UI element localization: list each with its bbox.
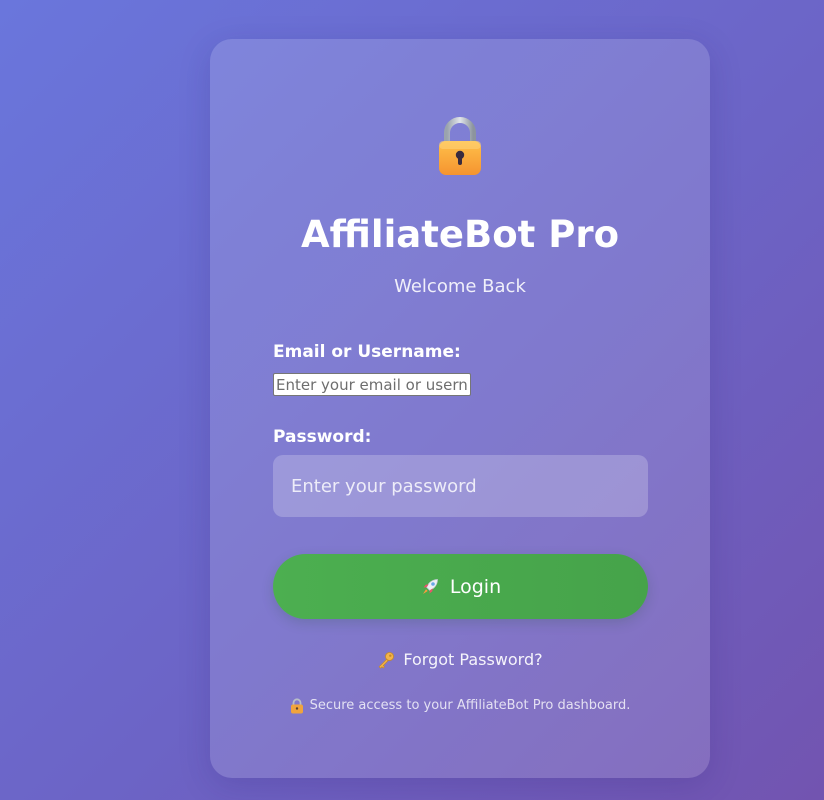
padlock-icon: [436, 116, 484, 176]
forgot-password-link[interactable]: Forgot Password?: [210, 649, 710, 671]
welcome-subtitle: Welcome Back: [394, 276, 526, 297]
email-field[interactable]: [273, 373, 471, 396]
lock-icon: [290, 698, 304, 714]
password-field[interactable]: [273, 455, 648, 517]
email-label: Email or Username:: [273, 342, 461, 362]
secure-access-text: Secure access to your AffiliateBot Pro d…: [309, 698, 631, 713]
login-label: Login: [449, 575, 502, 598]
key-icon: [377, 651, 395, 669]
secure-access-note: Secure access to your AffiliateBot Pro d…: [210, 697, 710, 715]
forgot-password-label: Forgot Password?: [403, 650, 543, 669]
app-title: AffiliateBot Pro: [301, 213, 619, 256]
login-card: AffiliateBot Pro Welcome Back Email or U…: [210, 39, 710, 778]
login-button[interactable]: Login: [273, 554, 648, 619]
rocket-icon: [420, 577, 440, 597]
password-label: Password:: [273, 427, 372, 447]
